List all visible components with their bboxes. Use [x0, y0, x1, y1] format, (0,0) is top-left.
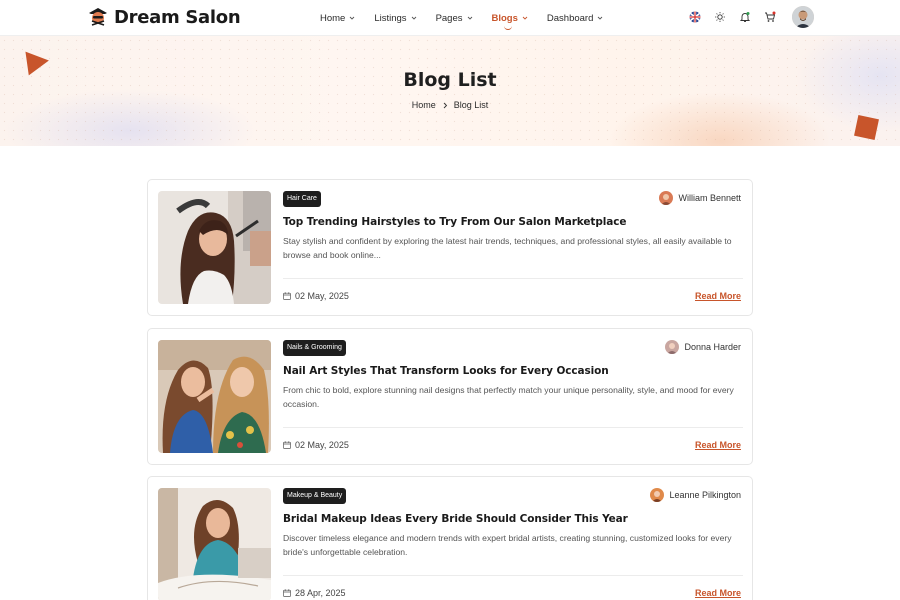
nav-blogs-label: Blogs: [491, 12, 518, 24]
read-more-link[interactable]: Read More: [695, 588, 741, 598]
card-divider: [283, 278, 743, 279]
calendar-icon: [283, 589, 291, 597]
nav-dashboard-label: Dashboard: [546, 12, 594, 24]
sun-icon[interactable]: [714, 11, 726, 23]
author-avatar: [665, 340, 680, 354]
logo[interactable]: Dream Salon: [86, 5, 241, 29]
calendar-icon: [283, 441, 291, 449]
flag-uk-icon[interactable]: [689, 11, 701, 23]
read-more-link[interactable]: Read More: [695, 440, 741, 450]
category-badge[interactable]: Makeup & Beauty: [283, 488, 347, 504]
post-author[interactable]: Donna Harder: [665, 340, 741, 354]
blog-card: Hair Care William Bennett Top Trending H…: [147, 179, 753, 316]
post-author[interactable]: Leanne Pilkington: [650, 488, 741, 502]
nav-pages-label: Pages: [435, 12, 463, 24]
category-badge[interactable]: Nails & Grooming: [283, 340, 346, 356]
nav-home-label: Home: [320, 12, 346, 24]
post-date-text: 02 May, 2025: [295, 291, 349, 301]
author-name: Donna Harder: [684, 342, 741, 352]
cart-icon[interactable]: [764, 11, 776, 23]
top-navbar: Dream Salon Home Listings Pages Blogs Da…: [0, 0, 900, 36]
user-avatar[interactable]: [792, 6, 814, 28]
main-nav: Home Listings Pages Blogs Dashboard: [320, 0, 622, 36]
breadcrumb: Home Blog List: [0, 100, 900, 110]
makeup-beauty-photo: [158, 488, 271, 600]
post-date: 02 May, 2025: [283, 440, 349, 450]
chevron-down-icon: [598, 16, 603, 20]
post-title[interactable]: Nail Art Styles That Transform Looks for…: [283, 365, 609, 377]
chevron-right-icon: [443, 102, 447, 108]
banner-dot-pattern: [0, 36, 900, 146]
author-avatar-image: [659, 191, 674, 205]
calendar-icon: [283, 292, 291, 300]
post-title[interactable]: Top Trending Hairstyles to Try From Our …: [283, 216, 626, 228]
square-decoration: [854, 115, 879, 140]
user-avatar-image: [792, 6, 814, 28]
breadcrumb-current: Blog List: [453, 100, 489, 110]
post-date: 02 May, 2025: [283, 291, 349, 301]
author-avatar-image: [665, 340, 680, 354]
blog-card: Nails & Grooming Donna Harder Nail Art S…: [147, 328, 753, 465]
nav-listings-label: Listings: [374, 12, 407, 24]
breadcrumb-home[interactable]: Home: [412, 100, 436, 110]
post-date: 28 Apr, 2025: [283, 588, 346, 598]
page-title: Blog List: [403, 69, 497, 91]
post-date-text: 28 Apr, 2025: [295, 588, 346, 598]
nav-dashboard[interactable]: Dashboard: [547, 13, 603, 24]
blog-card: Makeup & Beauty Leanne Pilkington Bridal…: [147, 476, 753, 600]
post-title[interactable]: Bridal Makeup Ideas Every Bride Should C…: [283, 513, 628, 525]
nails-grooming-photo: [158, 340, 271, 453]
nav-pages[interactable]: Pages: [436, 13, 473, 24]
author-avatar-image: [650, 488, 665, 502]
card-divider: [283, 575, 743, 576]
header-actions: [676, 6, 814, 28]
blog-thumbnail[interactable]: [158, 340, 271, 453]
blog-thumbnail[interactable]: [158, 191, 271, 304]
chevron-down-icon: [350, 16, 355, 20]
category-badge[interactable]: Hair Care: [283, 191, 321, 207]
post-date-text: 02 May, 2025: [295, 440, 349, 450]
author-avatar: [650, 488, 665, 502]
read-more-link[interactable]: Read More: [695, 291, 741, 301]
nav-home[interactable]: Home: [320, 13, 355, 24]
blog-thumbnail[interactable]: [158, 488, 271, 600]
post-description: Discover timeless elegance and modern tr…: [283, 533, 732, 557]
author-name: William Bennett: [678, 193, 741, 203]
hair-care-photo: [158, 191, 271, 304]
author-name: Leanne Pilkington: [669, 490, 741, 500]
nav-blogs[interactable]: Blogs: [491, 12, 528, 30]
author-avatar: [659, 191, 674, 205]
bell-icon[interactable]: [739, 11, 751, 23]
chevron-down-icon: [467, 16, 472, 20]
post-author[interactable]: William Bennett: [659, 191, 741, 205]
post-description: From chic to bold, explore stunning nail…: [283, 385, 734, 409]
chevron-down-icon: [411, 16, 416, 20]
nav-listings[interactable]: Listings: [374, 13, 416, 24]
chevron-down-icon: [522, 16, 528, 20]
page-banner: Blog List Home Blog List: [0, 36, 900, 146]
card-divider: [283, 427, 743, 428]
post-description: Stay stylish and confident by exploring …: [283, 236, 732, 260]
logo-text: Dream Salon: [114, 6, 241, 28]
salon-logo-icon: [89, 8, 107, 26]
